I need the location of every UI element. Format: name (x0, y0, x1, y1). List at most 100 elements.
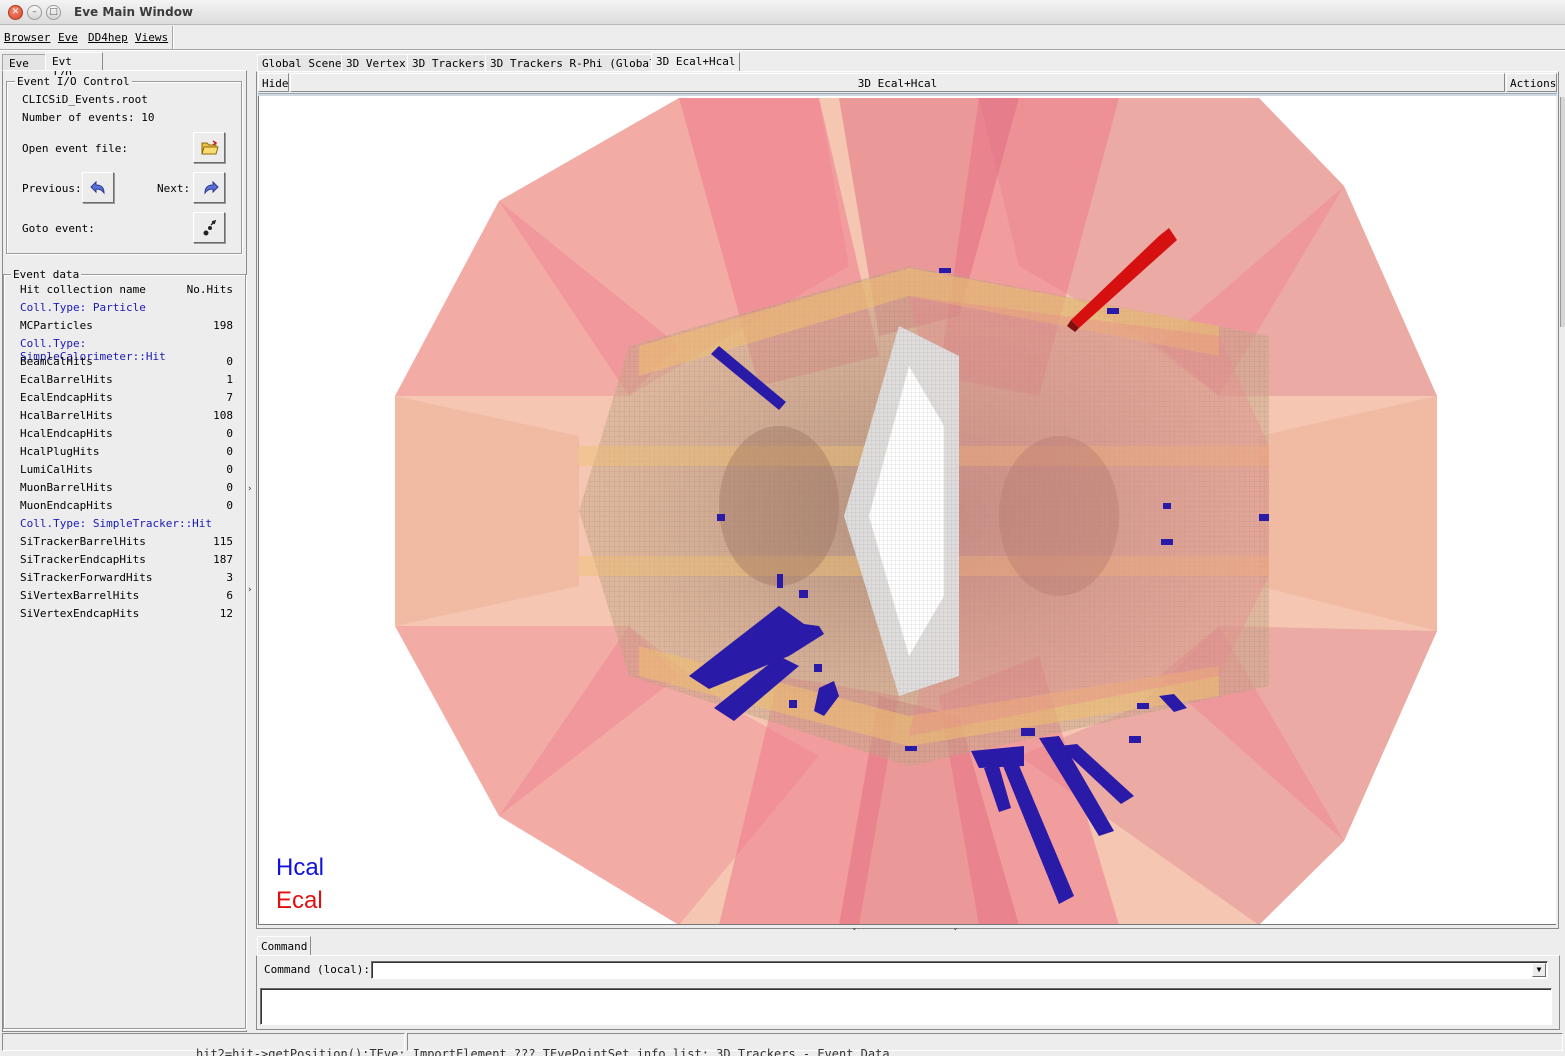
menu-divider (0, 49, 1565, 51)
collection-hit-count: 0 (226, 499, 233, 512)
collection-type-row[interactable]: Coll.Type: SimpleCalorimeter::Hit (20, 337, 235, 363)
collection-name: MCParticles (20, 319, 93, 332)
splitter-grip[interactable] (858, 928, 952, 929)
tab-3d-vertex[interactable]: 3D Vertex (341, 54, 411, 72)
splitter-arrow-icon[interactable]: › (248, 585, 252, 595)
legend-ecal: Ecal (276, 887, 323, 914)
collection-hit-count: 187 (213, 553, 233, 566)
menu-views[interactable]: Views (135, 31, 168, 44)
chevron-down-icon[interactable]: ⌄ (952, 923, 959, 932)
collection-hit-count: 0 (226, 445, 233, 458)
arrow-forward-icon (204, 180, 219, 195)
goto-event-icon (203, 220, 217, 236)
event-file-name: CLICSiD_Events.root (22, 93, 148, 106)
previous-label: Previous: (22, 182, 82, 195)
collection-hit-count: 108 (213, 409, 233, 422)
collection-name: HcalEndcapHits (20, 427, 113, 440)
left-panel-tabs: Eve Evt I/O (2, 52, 247, 81)
collection-row[interactable]: MCParticles 198 (20, 319, 235, 337)
number-of-events: Number of events: 10 (22, 111, 155, 124)
collection-row[interactable]: HcalPlugHits 0 (20, 445, 235, 463)
collection-hit-count: 12 (219, 607, 233, 620)
collection-name: Coll.Type: Particle (20, 301, 146, 314)
collection-row[interactable]: EcalEndcapHits 7 (20, 391, 235, 409)
tab-3d-trackers[interactable]: 3D Trackers (407, 54, 490, 72)
folder-open-icon (201, 140, 219, 155)
previous-event-button[interactable] (82, 172, 114, 203)
collection-name: EcalEndcapHits (20, 391, 113, 404)
header-collection-name: Hit collection name (20, 283, 146, 296)
collection-row[interactable]: SiTrackerForwardHits 3 (20, 571, 235, 589)
menu-dd4hep[interactable]: DD4hep (88, 31, 128, 44)
terminal-text: hit2=hit->getPosition();TEve: ImportElem… (196, 1047, 890, 1056)
splitter-arrow-icon[interactable]: › (248, 484, 252, 494)
command-input[interactable]: ▼ (371, 961, 1548, 979)
maximize-window-icon[interactable]: □ (46, 5, 61, 20)
command-output (260, 988, 1552, 1025)
tab-global-scene[interactable]: Global Scene (257, 54, 347, 72)
collection-name: MuonEndcapHits (20, 499, 113, 512)
collection-row[interactable]: MuonBarrelHits 0 (20, 481, 235, 499)
tab-command[interactable]: Command (257, 936, 312, 956)
window-title: Eve Main Window (74, 5, 194, 19)
chevron-down-icon[interactable]: ⌄ (851, 923, 858, 932)
collection-row[interactable]: SiTrackerBarrelHits 115 (20, 535, 235, 553)
collection-row[interactable]: SiVertexBarrelHits 6 (20, 589, 235, 607)
collection-row[interactable]: SiVertexEndcapHits 12 (20, 607, 235, 625)
viewer-tabs: Global Scene 3D Vertex 3D Trackers 3D Tr… (257, 52, 1562, 72)
collection-name: SiTrackerForwardHits (20, 571, 153, 584)
collection-hit-count: 0 (226, 463, 233, 476)
actions-button[interactable]: Actions (1506, 73, 1557, 92)
collection-name: SiVertexEndcapHits (20, 607, 140, 620)
detector-scene[interactable] (259, 96, 1556, 925)
viewer-scrollbar[interactable] (1560, 97, 1565, 327)
vertical-splitter[interactable]: › › (248, 70, 254, 1032)
collection-row[interactable]: HcalEndcapHits 0 (20, 427, 235, 445)
goto-event-button[interactable] (193, 212, 225, 243)
gl-viewer-3d[interactable]: Hcal Ecal (258, 96, 1556, 925)
menu-browser[interactable]: Browser (4, 31, 50, 44)
minimize-window-icon[interactable]: – (27, 5, 42, 20)
hide-button[interactable]: Hide (258, 73, 289, 92)
collection-name: HcalPlugHits (20, 445, 100, 458)
horizontal-splitter[interactable]: ⌄ ⌄ (846, 923, 966, 934)
close-window-icon[interactable]: ✕ (8, 5, 23, 20)
collection-row[interactable]: LumiCalHits 0 (20, 463, 235, 481)
goto-event-label: Goto event: (22, 222, 95, 235)
menu-bar: Browser Eve DD4hep Views (0, 26, 1565, 50)
collection-row[interactable]: MuonEndcapHits 0 (20, 499, 235, 517)
tab-3d-trackers-rphi[interactable]: 3D Trackers R-Phi (Global) (485, 54, 668, 72)
event-data-group-label: Event data (11, 268, 82, 281)
dropdown-arrow-icon[interactable]: ▼ (1532, 963, 1546, 977)
collection-name: SiVertexBarrelHits (20, 589, 140, 602)
collection-name: Coll.Type: SimpleTracker::Hit (20, 517, 213, 530)
title-bar: ✕ – □ Eve Main Window (0, 0, 1565, 25)
next-event-button[interactable] (193, 172, 225, 203)
collection-hit-count: 115 (213, 535, 233, 548)
open-event-file-button[interactable] (193, 132, 225, 163)
collection-name: MuonBarrelHits (20, 481, 113, 494)
open-event-label: Open event file: (22, 142, 128, 155)
legend-hcal: Hcal (276, 854, 325, 881)
collection-hit-count: 198 (213, 319, 233, 332)
menu-eve[interactable]: Eve (58, 31, 78, 44)
header-no-hits: No.Hits (186, 283, 233, 296)
collection-row[interactable]: EcalBarrelHits 1 (20, 373, 235, 391)
tab-evt-io[interactable]: Evt I/O (45, 52, 103, 81)
arrow-back-icon (90, 180, 105, 195)
tab-eve[interactable]: Eve (2, 54, 46, 71)
next-label: Next: (157, 182, 191, 195)
viewer-title: 3D Ecal+Hcal (290, 73, 1505, 92)
collection-hit-count: 0 (226, 427, 233, 440)
collection-hit-count: 3 (226, 571, 233, 584)
tab-3d-ecal-hcal[interactable]: 3D Ecal+Hcal (651, 52, 741, 72)
event-io-group: Event I/O Control CLICSiD_Events.root Nu… (6, 75, 242, 254)
menu-separator (172, 26, 174, 50)
collection-hit-count: 6 (226, 589, 233, 602)
collection-row[interactable]: BeamCalHits 0 (20, 355, 235, 373)
collection-type-row[interactable]: Coll.Type: SimpleTracker::Hit (20, 517, 235, 535)
collection-row[interactable]: HcalBarrelHits 108 (20, 409, 235, 427)
collection-type-row[interactable]: Coll.Type: Particle (20, 301, 235, 319)
event-data-header: Hit collection name No.Hits (20, 283, 235, 301)
collection-row[interactable]: SiTrackerEndcapHits 187 (20, 553, 235, 571)
